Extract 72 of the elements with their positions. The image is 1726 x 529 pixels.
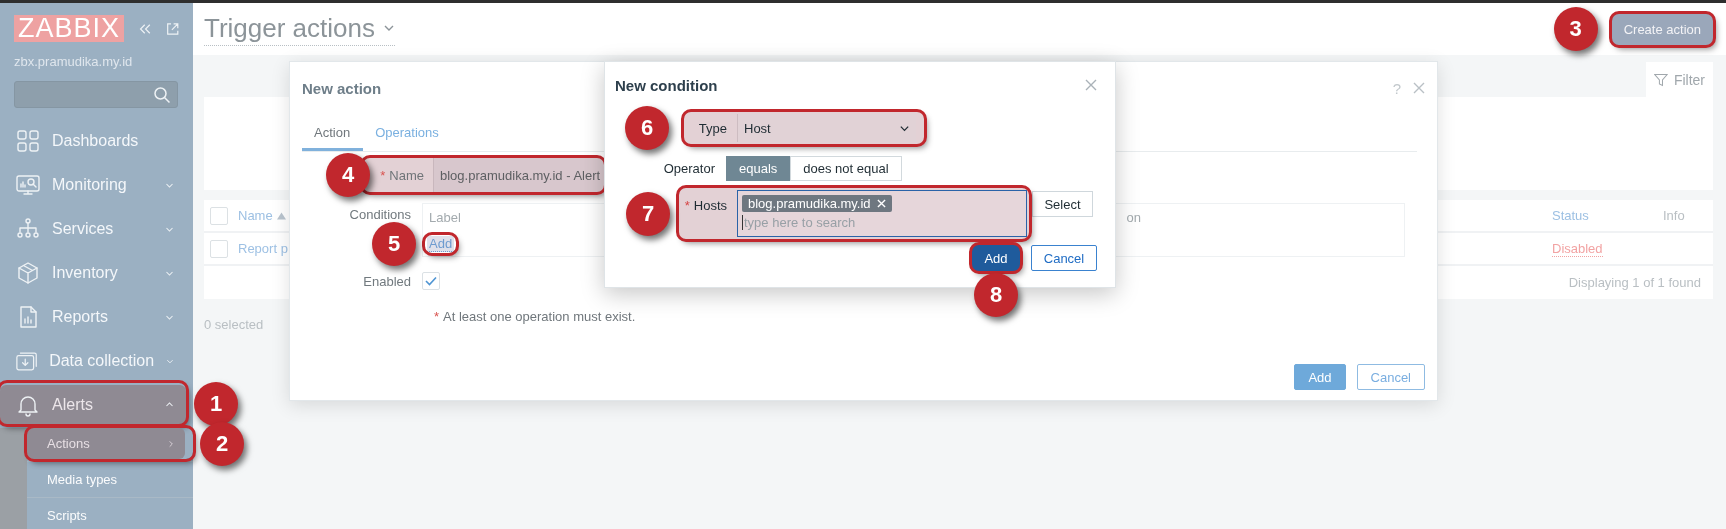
monitor-icon xyxy=(16,173,40,197)
page-title[interactable]: Trigger actions xyxy=(204,12,395,46)
field-label: * Name xyxy=(379,166,425,185)
add-button[interactable]: Add xyxy=(972,245,1020,271)
help-button[interactable]: ? xyxy=(1392,79,1401,97)
sidebar-item[interactable]: Data collection xyxy=(0,339,186,383)
hosts-multiselect-field[interactable]: blog.pramudika.my.id type here to search xyxy=(737,190,1027,237)
status-link[interactable]: Disabled xyxy=(1552,240,1603,257)
validation-note: * At least one operation must exist. xyxy=(434,309,637,324)
sidebar-item[interactable]: Services xyxy=(0,207,186,251)
cube-icon xyxy=(16,261,40,285)
operator-option[interactable]: equals xyxy=(726,156,791,181)
create-action-button[interactable]: Create action xyxy=(1611,13,1713,45)
action-name-link[interactable]: Report p xyxy=(238,241,288,256)
tab[interactable]: Action xyxy=(302,116,364,151)
tab[interactable]: Operations xyxy=(363,116,452,151)
sidebar-item[interactable]: Inventory xyxy=(0,251,186,295)
step-number-badge: 8 xyxy=(974,273,1018,317)
field-label: Type xyxy=(697,120,728,136)
add-condition-link[interactable]: Add xyxy=(427,236,455,252)
dialog-title: New action xyxy=(302,79,382,97)
checkbox[interactable] xyxy=(210,239,228,258)
column-header: Label xyxy=(429,210,461,225)
operator-option[interactable]: does not equal xyxy=(790,156,902,181)
pagination-summary: Displaying 1 of 1 found xyxy=(1568,275,1701,290)
sidebar-item[interactable]: Reports xyxy=(0,295,186,339)
filter-tab[interactable]: Filter xyxy=(1646,62,1713,97)
sort-ascending-icon xyxy=(276,211,286,220)
check-icon xyxy=(425,276,437,286)
step-number-badge: 7 xyxy=(626,191,670,236)
chevron-up-icon xyxy=(165,400,174,409)
column-header[interactable]: Status xyxy=(1552,208,1589,223)
download-icon xyxy=(16,349,38,373)
cancel-button[interactable]: Cancel xyxy=(1031,245,1097,271)
dialog-title: New condition xyxy=(615,76,718,94)
close-icon[interactable] xyxy=(1413,82,1425,94)
step-number-badge: 3 xyxy=(1553,7,1598,51)
logo[interactable]: ZABBIX xyxy=(14,15,125,42)
submenu-item[interactable]: Actions xyxy=(27,428,185,459)
sidebar-item[interactable]: Dashboards xyxy=(0,119,186,163)
field-label: Operator xyxy=(662,161,716,176)
sidebar-item[interactable]: Alerts xyxy=(0,385,186,424)
remove-icon[interactable] xyxy=(876,199,886,208)
server-name: zbx.pramudika.my.id xyxy=(14,54,134,69)
field-label: * Hosts xyxy=(683,197,728,213)
hierarchy-icon xyxy=(16,217,40,241)
column-header: on xyxy=(1126,210,1141,225)
step-number-badge: 4 xyxy=(326,153,370,197)
search-icon xyxy=(153,85,171,104)
checkbox[interactable] xyxy=(422,272,440,290)
sidebar-item[interactable]: Monitoring xyxy=(0,163,186,207)
step-number-badge: 6 xyxy=(625,106,669,150)
host-tag[interactable]: blog.pramudika.my.id xyxy=(742,195,892,212)
field-label: Conditions xyxy=(348,206,412,222)
grid-icon xyxy=(16,129,40,153)
close-icon[interactable] xyxy=(1085,79,1097,91)
step-number-badge: 5 xyxy=(372,222,416,266)
expand-icon[interactable] xyxy=(165,20,179,37)
add-button[interactable]: Add xyxy=(1294,364,1346,390)
submenu-item[interactable]: Scripts xyxy=(27,500,185,529)
field-label: Enabled xyxy=(362,273,412,289)
cancel-button[interactable]: Cancel xyxy=(1356,364,1425,390)
select-button[interactable]: Select xyxy=(1032,191,1093,217)
submenu-item[interactable]: Media types xyxy=(27,464,185,495)
column-header[interactable]: Name xyxy=(238,208,286,223)
chevron-right-icon xyxy=(167,439,175,448)
search-placeholder: type here to search xyxy=(742,215,856,230)
column-header[interactable]: Info xyxy=(1663,208,1685,223)
search-field[interactable] xyxy=(14,81,178,108)
name-input-field[interactable]: blog.pramudika.my.id - Alert xyxy=(433,158,605,192)
selected-count: 0 selected xyxy=(204,317,264,332)
checkbox[interactable] xyxy=(210,206,228,225)
